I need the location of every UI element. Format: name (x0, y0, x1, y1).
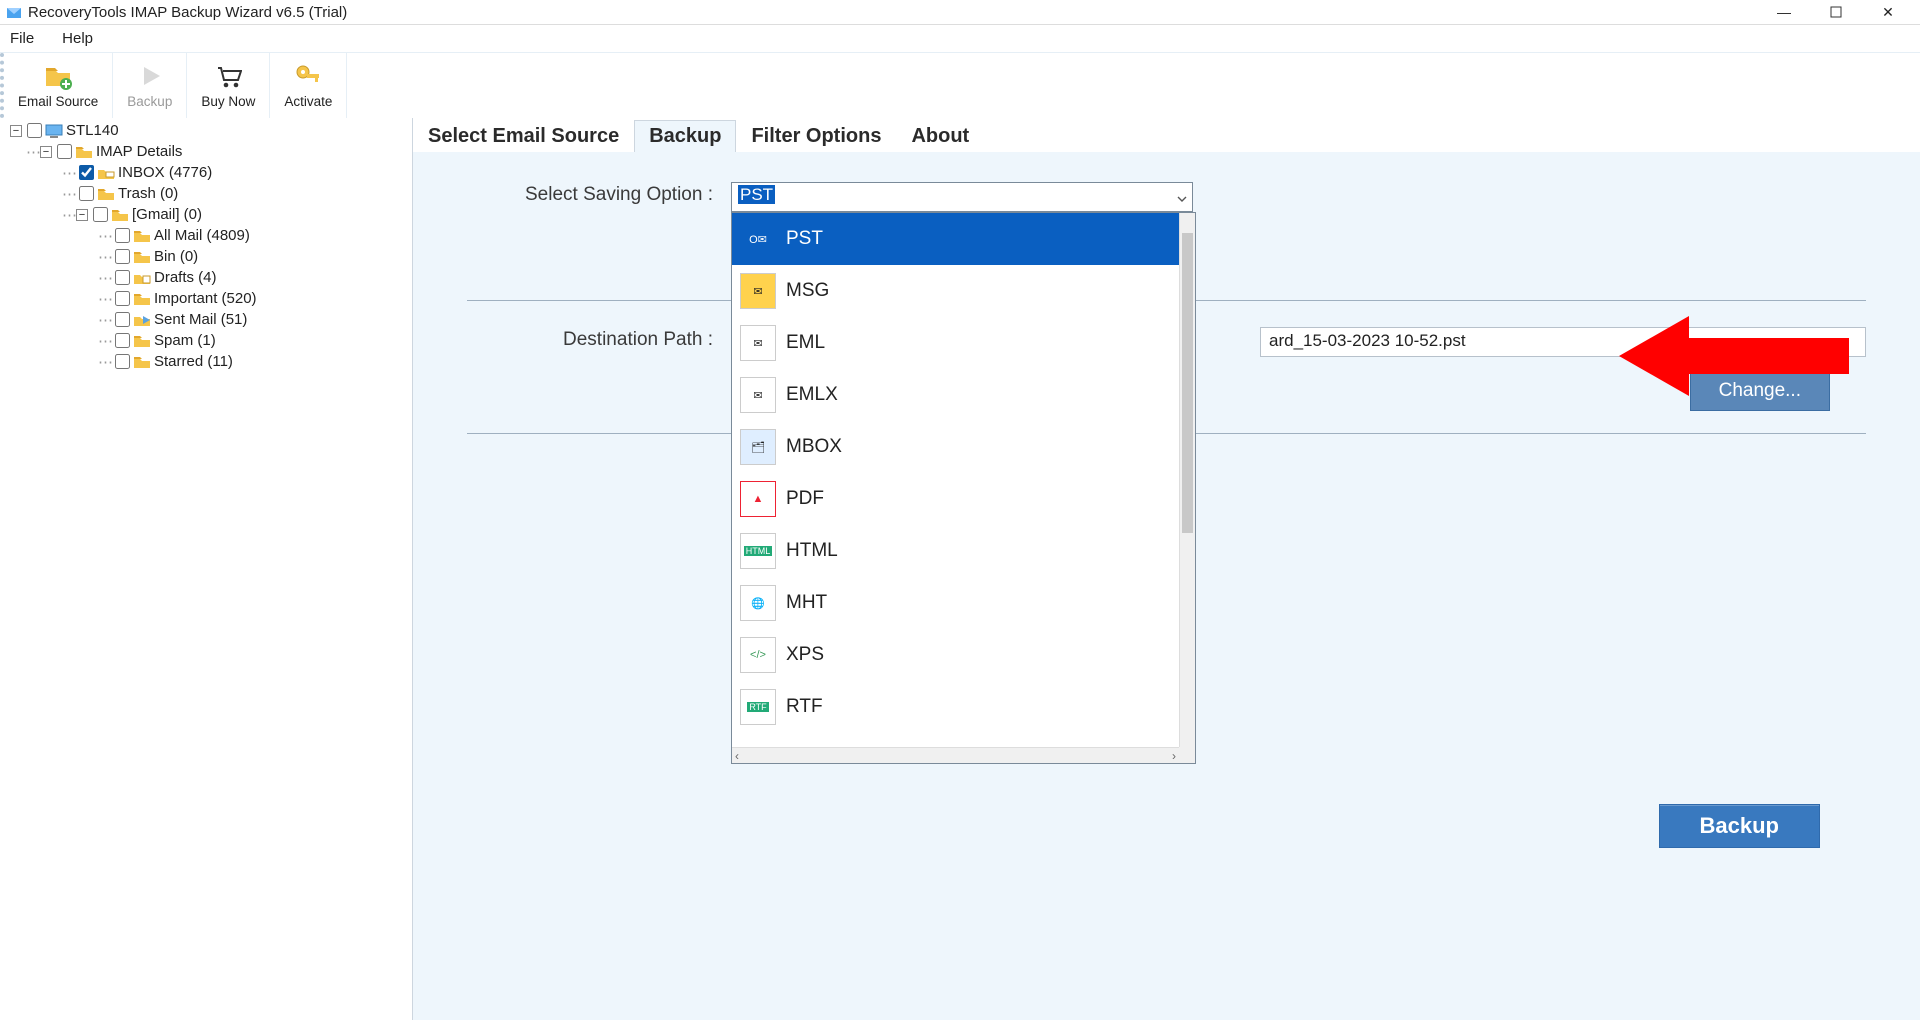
play-icon (136, 62, 164, 90)
tree-gmail[interactable]: ⋯−[Gmail] (0) (0, 204, 412, 225)
key-icon (294, 62, 322, 90)
tab-filter[interactable]: Filter Options (736, 120, 896, 152)
tool-label: Email Source (18, 94, 98, 109)
tree-inbox[interactable]: ⋯INBOX (4776) (0, 162, 412, 183)
tool-label: Backup (127, 94, 172, 109)
annotation-arrow (1619, 306, 1859, 410)
tab-select-source[interactable]: Select Email Source (413, 120, 634, 152)
window-title: RecoveryTools IMAP Backup Wizard v6.5 (T… (28, 4, 347, 21)
dropdown-vscroll[interactable] (1179, 213, 1195, 747)
tree-starred[interactable]: ⋯Starred (11) (0, 351, 412, 372)
folder-icon (133, 292, 151, 306)
sent-icon (133, 313, 151, 327)
tab-backup[interactable]: Backup (634, 120, 736, 152)
dropdown-option-mbox[interactable]: 🗂MBOX (732, 421, 1179, 473)
dropdown-option-pdf[interactable]: ▲PDF (732, 473, 1179, 525)
dropdown-option-emlx[interactable]: ✉EMLX (732, 369, 1179, 421)
folder-icon (111, 208, 129, 222)
dropdown-option-pst[interactable]: O✉PST (732, 213, 1179, 265)
titlebar: RecoveryTools IMAP Backup Wizard v6.5 (T… (0, 0, 1920, 24)
tool-activate[interactable]: Activate (270, 53, 347, 118)
dropdown-option-rtf[interactable]: RTFRTF (732, 681, 1179, 733)
cart-icon (214, 62, 242, 90)
dropdown-option-xps[interactable]: </>XPS (732, 629, 1179, 681)
dropdown-hscroll[interactable]: ‹› (732, 747, 1179, 763)
saving-option-dropdown[interactable]: O✉PST✉MSG✉EML✉EMLX🗂MBOX▲PDFHTMLHTML🌐MHT<… (731, 212, 1196, 764)
tab-about[interactable]: About (896, 120, 984, 152)
tree-root[interactable]: −STL140 (0, 120, 412, 141)
dropdown-option-msg[interactable]: ✉MSG (732, 265, 1179, 317)
toolbar: Email Source Backup Buy Now Activate (0, 52, 1920, 118)
tree-bin[interactable]: ⋯Bin (0) (0, 246, 412, 267)
backup-button[interactable]: Backup (1659, 804, 1820, 848)
tabs: Select Email Source Backup Filter Option… (413, 118, 1920, 152)
tree-allmail[interactable]: ⋯All Mail (4809) (0, 225, 412, 246)
inbox-icon (97, 166, 115, 180)
dropdown-option-eml[interactable]: ✉EML (732, 317, 1179, 369)
main-panel: Select Email Source Backup Filter Option… (412, 118, 1920, 1020)
close-button[interactable]: ✕ (1862, 0, 1914, 24)
tree-drafts[interactable]: ⋯Drafts (4) (0, 267, 412, 288)
menubar: File Help (0, 24, 1920, 52)
folder-icon (75, 145, 93, 159)
tool-backup: Backup (113, 53, 187, 118)
tree-spam[interactable]: ⋯Spam (1) (0, 330, 412, 351)
dropdown-option-html[interactable]: HTMLHTML (732, 525, 1179, 577)
folder-icon (133, 250, 151, 264)
tool-email-source[interactable]: Email Source (0, 53, 113, 118)
folder-icon (97, 187, 115, 201)
maximize-button[interactable] (1810, 0, 1862, 24)
tree-sentmail[interactable]: ⋯Sent Mail (51) (0, 309, 412, 330)
folder-plus-icon (44, 62, 72, 90)
tool-label: Buy Now (201, 94, 255, 109)
saving-option-input[interactable]: PST (731, 182, 1193, 212)
tree-important[interactable]: ⋯Important (520) (0, 288, 412, 309)
folder-icon (133, 334, 151, 348)
dest-path-label: Destination Path : (467, 327, 731, 351)
saving-option-combobox[interactable]: PST O✉PST✉MSG✉EML✉EMLX🗂MBOX▲PDFHTMLHTML🌐… (731, 182, 1193, 212)
saving-option-label: Select Saving Option : (467, 182, 731, 206)
drafts-icon (133, 271, 151, 285)
folder-icon (133, 355, 151, 369)
folder-tree[interactable]: −STL140 ⋯−IMAP Details ⋯INBOX (4776) ⋯Tr… (0, 118, 412, 1020)
menu-file[interactable]: File (10, 30, 34, 47)
app-icon (6, 4, 22, 20)
tree-imap[interactable]: ⋯−IMAP Details (0, 141, 412, 162)
dropdown-option-mht[interactable]: 🌐MHT (732, 577, 1179, 629)
chevron-down-icon[interactable] (1177, 191, 1187, 201)
minimize-button[interactable]: — (1758, 0, 1810, 24)
computer-icon (45, 124, 63, 138)
tree-trash[interactable]: ⋯Trash (0) (0, 183, 412, 204)
folder-icon (133, 229, 151, 243)
tool-label: Activate (284, 94, 332, 109)
menu-help[interactable]: Help (62, 30, 93, 47)
tool-buy-now[interactable]: Buy Now (187, 53, 270, 118)
